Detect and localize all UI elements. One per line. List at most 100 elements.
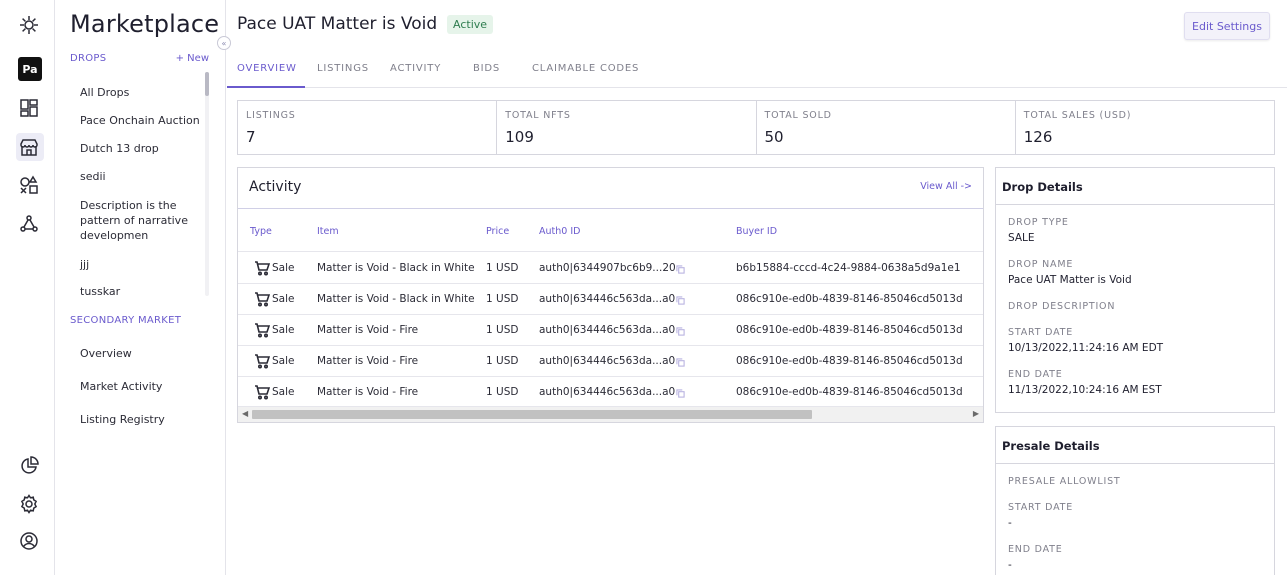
activity-card: Activity View All -> Type Item Price Aut…	[237, 167, 984, 423]
copy-icon[interactable]	[676, 357, 685, 367]
page-title: Pace UAT Matter is Void	[237, 14, 438, 34]
view-all-link[interactable]: View All ->	[920, 181, 972, 192]
sidebar-scroll-thumb[interactable]	[205, 72, 209, 96]
scroll-right-icon[interactable]: ▶	[973, 409, 979, 418]
start-date-field: START DATE 10/13/2022,11:24:16 AM EDT	[1008, 327, 1163, 354]
scroll-thumb[interactable]	[252, 410, 812, 419]
presale-start-date-field: START DATE -	[1008, 502, 1073, 529]
cell-item: Matter is Void - Black in White	[317, 293, 475, 305]
cell-auth0-id: auth0|6344907bc6b9...20	[539, 262, 676, 274]
marketplace-icon[interactable]	[17, 135, 41, 159]
dashboard-icon[interactable]	[17, 96, 41, 120]
tab-activity[interactable]: ACTIVITY	[390, 63, 441, 74]
drop-name-field: DROP NAME Pace UAT Matter is Void	[1008, 259, 1132, 286]
table-row[interactable]: Sale Matter is Void - Fire 1 USD auth0|6344…	[238, 377, 983, 408]
presale-details-header: Presale Details	[996, 427, 1274, 464]
drop-details-header: Drop Details	[996, 168, 1274, 205]
stat-total-sales: TOTAL SALES (USD) 126	[1016, 101, 1274, 154]
cell-buyer-id: 086c910e-ed0b-4839-8146-85046cd5013d	[736, 293, 963, 305]
cart-icon	[254, 260, 271, 276]
sidebar-title: Marketplace	[70, 10, 220, 38]
table-row[interactable]: Sale Matter is Void - Black in White 1 USD…	[238, 253, 983, 284]
sidebar-item-sedii[interactable]: sedii	[80, 169, 200, 184]
stat-total-sold: TOTAL SOLD 50	[757, 101, 1016, 154]
field-value: -	[1008, 559, 1012, 571]
cart-icon	[254, 291, 271, 307]
table-row[interactable]: Sale Matter is Void - Black in White 1 USD…	[238, 284, 983, 315]
workspace-badge[interactable]: Pa	[18, 57, 42, 81]
sidebar-item-pace-onchain-auction[interactable]: Pace Onchain Auction	[80, 113, 200, 128]
col-buyer-id[interactable]: Buyer ID	[736, 226, 777, 237]
sidebar: Marketplace DROPS + New All Drops Pace O…	[56, 0, 226, 575]
col-price[interactable]: Price	[486, 226, 509, 237]
cell-type: Sale	[272, 262, 295, 274]
activity-horizontal-scrollbar[interactable]: ◀ ▶	[238, 406, 983, 422]
account-icon[interactable]	[17, 529, 41, 553]
field-value: Pace UAT Matter is Void	[1008, 274, 1132, 286]
table-row[interactable]: Sale Matter is Void - Fire 1 USD auth0|6344…	[238, 315, 983, 346]
drop-description-field: DROP DESCRIPTION	[1008, 301, 1115, 316]
new-drop-button[interactable]: + New	[176, 53, 209, 64]
sidebar-item-overview[interactable]: Overview	[80, 346, 200, 361]
cell-type: Sale	[272, 293, 295, 305]
field-label: END DATE	[1008, 369, 1063, 380]
analytics-icon[interactable]	[17, 454, 41, 478]
copy-icon[interactable]	[676, 388, 685, 398]
sidebar-item-all-drops[interactable]: All Drops	[80, 85, 200, 100]
sidebar-item-description[interactable]: Description is the pattern of narrative …	[80, 198, 192, 243]
secondary-market-label: SECONDARY MARKET	[70, 315, 182, 326]
copy-icon[interactable]	[676, 295, 685, 305]
scroll-left-icon[interactable]: ◀	[242, 409, 248, 418]
tab-bids[interactable]: BIDS	[473, 63, 500, 74]
field-value: -	[1008, 517, 1012, 529]
field-label: DROP NAME	[1008, 259, 1074, 270]
stat-value: 126	[1023, 128, 1053, 146]
stat-label: LISTINGS	[246, 110, 296, 121]
cell-buyer-id: 086c910e-ed0b-4839-8146-85046cd5013d	[736, 355, 963, 367]
field-value: SALE	[1008, 232, 1035, 244]
stat-value: 109	[505, 128, 534, 146]
drops-section-label: DROPS	[70, 53, 107, 64]
field-label: START DATE	[1008, 502, 1074, 513]
sidebar-scrollbar[interactable]	[205, 72, 209, 296]
cell-item: Matter is Void - Fire	[317, 355, 419, 367]
shapes-icon[interactable]	[17, 173, 41, 197]
settings-icon[interactable]	[17, 492, 41, 516]
stat-listings: LISTINGS 7	[238, 101, 498, 154]
stat-total-nfts: TOTAL NFTS 109	[497, 101, 757, 154]
cell-auth0-id: auth0|634446c563da...a0	[539, 293, 676, 305]
stat-label: TOTAL SALES (USD)	[1023, 110, 1132, 121]
logo-icon[interactable]	[17, 13, 41, 37]
stat-label: TOTAL SOLD	[764, 110, 832, 121]
col-auth0-id[interactable]: Auth0 ID	[539, 226, 580, 237]
network-icon[interactable]	[17, 212, 41, 236]
sidebar-item-tusskar[interactable]: tusskar	[80, 284, 200, 299]
table-row[interactable]: Sale Matter is Void - Fire 1 USD auth0|6344…	[238, 346, 983, 377]
cell-buyer-id: b6b15884-cccd-4c24-9884-0638a5d9a1e1	[736, 262, 961, 274]
tab-bar: OVERVIEW LISTINGS ACTIVITY BIDS CLAIMABL…	[227, 50, 1287, 88]
copy-icon[interactable]	[676, 326, 685, 336]
main-content: Pace UAT Matter is Void Active Edit Sett…	[227, 0, 1287, 575]
col-type[interactable]: Type	[250, 226, 272, 237]
cell-buyer-id: 086c910e-ed0b-4839-8146-85046cd5013d	[736, 386, 963, 398]
sidebar-item-market-activity[interactable]: Market Activity	[80, 379, 200, 394]
cell-auth0-id: auth0|634446c563da...a0	[539, 355, 676, 367]
stat-value: 7	[246, 128, 256, 146]
copy-icon[interactable]	[676, 264, 685, 274]
presale-details-title: Presale Details	[1002, 439, 1100, 453]
activity-header: Activity View All ->	[238, 168, 983, 209]
tab-claimable-codes[interactable]: CLAIMABLE CODES	[532, 63, 639, 74]
drop-type-field: DROP TYPE SALE	[1008, 217, 1069, 244]
sidebar-item-dutch-13-drop[interactable]: Dutch 13 drop	[80, 141, 200, 156]
tab-listings[interactable]: LISTINGS	[317, 63, 369, 74]
edit-settings-button[interactable]: Edit Settings	[1184, 12, 1270, 40]
cell-auth0-id: auth0|634446c563da...a0	[539, 386, 676, 398]
drop-details-panel: Drop Details DROP TYPE SALE DROP NAME Pa…	[995, 167, 1275, 413]
col-item[interactable]: Item	[317, 226, 339, 237]
sidebar-item-jjj[interactable]: jjj	[80, 257, 200, 272]
presale-details-panel: Presale Details PRESALE ALLOWLIST START …	[995, 426, 1275, 575]
tab-overview[interactable]: OVERVIEW	[237, 63, 297, 74]
sidebar-item-listing-registry[interactable]: Listing Registry	[80, 412, 200, 427]
field-label: START DATE	[1008, 327, 1074, 338]
field-label: END DATE	[1008, 544, 1063, 555]
